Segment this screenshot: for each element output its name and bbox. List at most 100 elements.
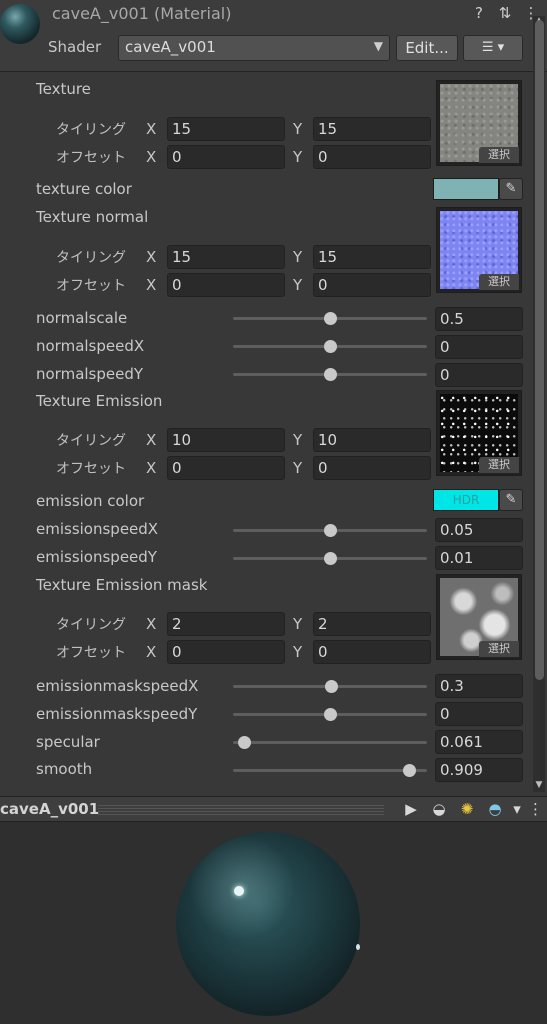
emission-texture-slot[interactable]: 選択: [436, 390, 522, 476]
normal-texture-slot[interactable]: 選択: [436, 207, 522, 293]
texture-tiling-y-field[interactable]: 15: [313, 117, 431, 141]
preview-toolbar: caveA_v001 ▶ ◒ ✺ ◓ ▾ ⋮: [0, 796, 547, 822]
smooth-track[interactable]: [233, 769, 427, 772]
axis-x-label: X: [146, 615, 157, 633]
shader-value: caveA_v001: [125, 38, 216, 56]
axis-x-label: X: [146, 459, 157, 477]
axis-y-label: Y: [293, 431, 303, 449]
material-title: caveA_v001 (Material): [52, 4, 232, 23]
axis-x-label: X: [146, 431, 157, 449]
offset-label: オフセット: [56, 461, 126, 477]
specular-slider-handle[interactable]: [238, 736, 252, 749]
smooth-label: smooth: [36, 760, 93, 778]
mask-offset-y-field[interactable]: 0: [313, 640, 431, 664]
emission-tiling-y-field[interactable]: 10: [313, 428, 431, 452]
specular-track[interactable]: [233, 741, 427, 744]
texture-offset-y-field[interactable]: 0: [313, 145, 431, 169]
smooth-slider-handle[interactable]: [403, 764, 417, 777]
normalscale-slider-handle[interactable]: [323, 312, 337, 325]
mask-tiling-y-field[interactable]: 2: [313, 612, 431, 636]
emission-offset-x-field[interactable]: 0: [167, 456, 285, 480]
play-icon[interactable]: ▶: [400, 800, 422, 818]
mask-select-button[interactable]: 選択: [479, 641, 519, 657]
tiling-label: タイリング: [56, 617, 126, 633]
normal-offset-y-field[interactable]: 0: [313, 273, 431, 297]
normal-tiling-x-field[interactable]: 15: [167, 245, 285, 269]
texture-offset-x-field[interactable]: 0: [167, 145, 285, 169]
emissionspeedy-value-field[interactable]: 0.01: [435, 546, 523, 570]
normal-offset-x-field[interactable]: 0: [167, 273, 285, 297]
header-icons: ? ⇅ ⋮: [471, 4, 539, 22]
scrollbar-thumb[interactable]: [535, 20, 544, 680]
normal-select-button[interactable]: 選択: [479, 274, 519, 290]
more-icon[interactable]: ⋮: [528, 800, 543, 818]
texture-select-button[interactable]: 選択: [479, 147, 519, 163]
normalspeedx-value-field[interactable]: 0: [435, 335, 523, 359]
dropdown-icon[interactable]: ▾: [512, 800, 522, 818]
axis-x-label: X: [146, 276, 157, 294]
emission-select-button[interactable]: 選択: [479, 457, 519, 473]
emissionspeedx-value-field[interactable]: 0.05: [435, 518, 523, 542]
axis-y-label: Y: [293, 615, 303, 633]
normalspeedy-slider-handle[interactable]: [323, 368, 337, 381]
offset-label: オフセット: [56, 278, 126, 294]
mask-texture-slot[interactable]: 選択: [436, 574, 522, 660]
inspector-header: caveA_v001 (Material) ? ⇅ ⋮ Shader caveA…: [0, 0, 547, 72]
preview-title: caveA_v001: [0, 800, 100, 818]
emissionspeedx-slider-handle[interactable]: [323, 524, 337, 537]
texture-label: Texture: [36, 80, 91, 98]
offset-label: オフセット: [56, 150, 126, 166]
texture-emission-label: Texture Emission: [36, 392, 163, 410]
axis-y-label: Y: [293, 248, 303, 266]
texture-color-swatch[interactable]: [433, 178, 499, 200]
preview-icons: ▶ ◒ ✺ ◓ ▾ ⋮: [400, 800, 543, 818]
emission-tiling-x-field[interactable]: 10: [167, 428, 285, 452]
eyedropper-icon[interactable]: ✎: [499, 178, 523, 200]
texture-slot[interactable]: 選択: [436, 80, 522, 166]
texture-normal-label: Texture normal: [36, 208, 149, 226]
normalspeedy-value-field[interactable]: 0: [435, 363, 523, 387]
sphere-mesh-icon[interactable]: ◒: [428, 800, 450, 818]
normalscale-value-field[interactable]: 0.5: [435, 307, 523, 331]
texture-color-label: texture color: [36, 180, 132, 198]
normal-tiling-y-field[interactable]: 15: [313, 245, 431, 269]
tiling-label: タイリング: [56, 122, 126, 138]
emission-offset-y-field[interactable]: 0: [313, 456, 431, 480]
texture-tiling-x-field[interactable]: 15: [167, 117, 285, 141]
lights-icon[interactable]: ✺: [456, 800, 478, 818]
tiling-label: タイリング: [56, 433, 126, 449]
sliders-icon[interactable]: ⇅: [497, 4, 513, 22]
edit-shader-button[interactable]: Edit...: [396, 35, 458, 61]
axis-y-label: Y: [293, 459, 303, 477]
emissionspeedy-slider-handle[interactable]: [323, 552, 337, 565]
mask-tiling-x-field[interactable]: 2: [167, 612, 285, 636]
emissionmaskspeedy-slider-handle[interactable]: [323, 708, 337, 721]
emissionmaskspeedx-slider-handle[interactable]: [325, 680, 339, 693]
preview-sphere[interactable]: [176, 832, 360, 1016]
emissionmaskspeedx-value-field[interactable]: 0.3: [435, 674, 523, 698]
resize-grip[interactable]: [98, 805, 384, 815]
emissionspeedy-label: emissionspeedY: [36, 548, 157, 566]
eyedropper-icon[interactable]: ✎: [499, 489, 523, 511]
axis-x-label: X: [146, 643, 157, 661]
normalspeedx-label: normalspeedX: [36, 337, 145, 355]
help-icon[interactable]: ?: [471, 4, 487, 22]
shader-dropdown[interactable]: caveA_v001 ▼: [118, 35, 390, 61]
specular-highlight: [234, 886, 244, 896]
smooth-value-field[interactable]: 0.909: [435, 758, 523, 782]
skybox-icon[interactable]: ◓: [484, 800, 506, 818]
emissionspeedx-label: emissionspeedX: [36, 520, 159, 538]
specular-value-field[interactable]: 0.061: [435, 730, 523, 754]
material-list-dropdown[interactable]: ☰ ▾: [463, 35, 523, 61]
emission-color-swatch[interactable]: HDR: [433, 489, 499, 511]
axis-y-label: Y: [293, 120, 303, 138]
axis-x-label: X: [146, 248, 157, 266]
normalspeedx-slider-handle[interactable]: [323, 340, 337, 353]
emissionmaskspeedy-value-field[interactable]: 0: [435, 702, 523, 726]
mask-offset-x-field[interactable]: 0: [167, 640, 285, 664]
tiling-label: タイリング: [56, 250, 126, 266]
texture-emission-mask-label: Texture Emission mask: [36, 576, 208, 594]
axis-y-label: Y: [293, 276, 303, 294]
normalscale-label: normalscale: [36, 309, 128, 327]
scroll-down-icon[interactable]: ▼: [533, 780, 545, 790]
